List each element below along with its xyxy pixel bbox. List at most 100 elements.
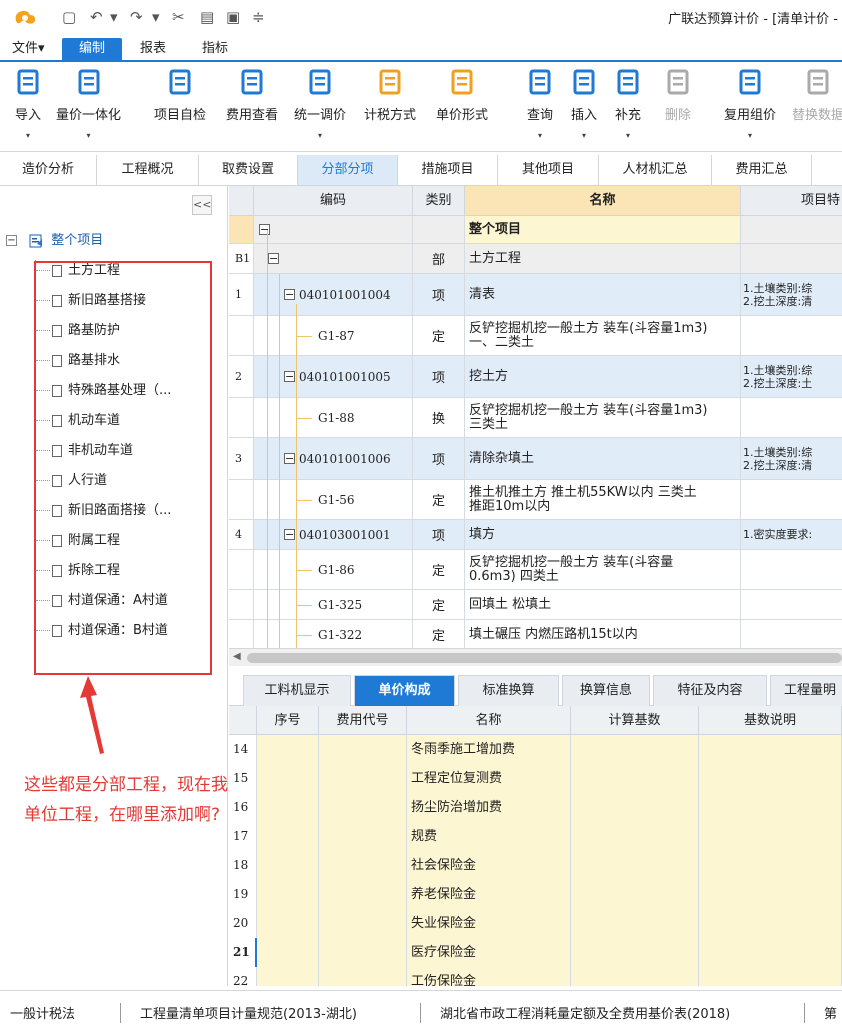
cell-desc[interactable] bbox=[699, 967, 842, 986]
table-row[interactable]: 16 扬尘防治增加费 bbox=[229, 793, 842, 822]
table-row[interactable]: 19 养老保险金 bbox=[229, 880, 842, 909]
detail-tab-0[interactable]: 工料机显示 bbox=[243, 675, 351, 706]
horizontal-scrollbar[interactable]: ◀ bbox=[229, 648, 842, 666]
chevron-down-icon[interactable]: ▾ bbox=[724, 131, 776, 140]
chevron-down-icon[interactable]: ▾ bbox=[294, 131, 346, 140]
grid-header-feature[interactable]: 项目特 bbox=[741, 186, 842, 216]
cell-seq[interactable] bbox=[257, 822, 319, 851]
cell-seq[interactable] bbox=[257, 793, 319, 822]
chevron-down-icon[interactable]: ▾ bbox=[14, 131, 42, 140]
row-code[interactable]: −040101001005 bbox=[254, 356, 413, 397]
chevron-down-icon[interactable]: ▾ bbox=[614, 131, 642, 140]
scroll-thumb[interactable] bbox=[247, 653, 842, 663]
row-code[interactable]: G1-56 bbox=[254, 480, 413, 519]
table-row[interactable]: 15 工程定位复测费 bbox=[229, 764, 842, 793]
row-name[interactable]: 填土碾压 内燃压路机15t以内 bbox=[465, 620, 741, 648]
lower-header-name[interactable]: 名称 bbox=[407, 706, 571, 735]
status-item-1[interactable]: 工程量清单项目计量规范(2013-湖北) bbox=[140, 1003, 357, 1022]
table-row[interactable]: 20 失业保险金 bbox=[229, 909, 842, 938]
cell-fee-code[interactable] bbox=[319, 764, 407, 793]
table-row[interactable]: 17 规费 bbox=[229, 822, 842, 851]
row-code[interactable]: −040103001001 bbox=[254, 520, 413, 549]
cell-name[interactable]: 冬雨季施工增加费 bbox=[407, 735, 571, 764]
cell-fee-code[interactable] bbox=[319, 851, 407, 880]
row-feature[interactable] bbox=[741, 316, 842, 355]
table-row[interactable]: B1 − 部土方工程 bbox=[229, 244, 842, 274]
cell-fee-code[interactable] bbox=[319, 735, 407, 764]
table-row[interactable]: G1-88 换反铲挖掘机挖一般土方 装车(斗容量1m3) 三类土 bbox=[229, 398, 842, 438]
cell-desc[interactable] bbox=[699, 822, 842, 851]
chevron-down-icon[interactable]: ▾ bbox=[570, 131, 598, 140]
table-row[interactable]: 3−040101001006 项清除杂填土 1.土壤类别:综 2.挖土深度:清 bbox=[229, 438, 842, 480]
row-name[interactable]: 挖土方 bbox=[465, 356, 741, 397]
cell-name[interactable]: 扬尘防治增加费 bbox=[407, 793, 571, 822]
cell-base[interactable] bbox=[571, 793, 699, 822]
detail-tab-1[interactable]: 单价构成 bbox=[354, 675, 455, 706]
lower-header-desc[interactable]: 基数说明 bbox=[699, 706, 842, 735]
save-icon[interactable]: ▢ bbox=[62, 8, 76, 26]
row-feature[interactable]: 1.密实度要求: bbox=[741, 520, 842, 549]
cell-base[interactable] bbox=[571, 822, 699, 851]
undo-dropdown-icon[interactable]: ▾ bbox=[110, 8, 118, 26]
tree-root[interactable]: − 整个项目 bbox=[6, 230, 103, 252]
copy-icon[interactable]: ▤ bbox=[200, 8, 214, 26]
table-row[interactable]: 2−040101001005 项挖土方 1.土壤类别:综 2.挖土深度:土 bbox=[229, 356, 842, 398]
cell-fee-code[interactable] bbox=[319, 793, 407, 822]
cell-base[interactable] bbox=[571, 909, 699, 938]
row-feature[interactable]: 1.土壤类别:综 2.挖土深度:清 bbox=[741, 274, 842, 315]
cell-desc[interactable] bbox=[699, 938, 842, 967]
cell-seq[interactable] bbox=[257, 880, 319, 909]
ribbon-button-1[interactable]: 量价一体化 ▾ bbox=[56, 68, 121, 140]
cut-icon[interactable]: ✂ bbox=[172, 8, 185, 26]
cell-base[interactable] bbox=[571, 735, 699, 764]
grid-header-type[interactable]: 类别 bbox=[413, 186, 465, 216]
ribbon-button-6[interactable]: 单价形式 bbox=[436, 68, 488, 123]
ribbon-button-8[interactable]: 插入 ▾ bbox=[570, 68, 598, 140]
row-feature[interactable]: 1.土壤类别:综 2.挖土深度:土 bbox=[741, 356, 842, 397]
cell-seq[interactable] bbox=[257, 764, 319, 793]
cell-base[interactable] bbox=[571, 764, 699, 793]
ribbon-button-7[interactable]: 查询 ▾ bbox=[526, 68, 554, 140]
row-name[interactable]: 整个项目 bbox=[465, 216, 741, 243]
status-item-2[interactable]: 湖北省市政工程消耗量定额及全费用基价表(2018) bbox=[440, 1003, 730, 1022]
table-row[interactable]: G1-322 定填土碾压 内燃压路机15t以内 bbox=[229, 620, 842, 648]
status-item-0[interactable]: 一般计税法 bbox=[10, 1003, 75, 1022]
table-row[interactable]: 4−040103001001 项填方 1.密实度要求: bbox=[229, 520, 842, 550]
cell-name[interactable]: 养老保险金 bbox=[407, 880, 571, 909]
row-name[interactable]: 回填土 松填土 bbox=[465, 590, 741, 619]
row-code[interactable]: − bbox=[254, 244, 413, 273]
collapse-icon[interactable]: − bbox=[259, 224, 270, 235]
chevron-down-icon[interactable]: ▾ bbox=[56, 131, 121, 140]
row-code[interactable]: G1-322 bbox=[254, 620, 413, 648]
tab-0[interactable]: 造价分析 bbox=[0, 155, 97, 185]
row-name[interactable]: 推土机推土方 推土机55KW以内 三类土 推距10m以内 bbox=[465, 480, 741, 519]
cell-name[interactable]: 工程定位复测费 bbox=[407, 764, 571, 793]
cell-desc[interactable] bbox=[699, 880, 842, 909]
cell-fee-code[interactable] bbox=[319, 880, 407, 909]
table-row[interactable]: 21 医疗保险金 bbox=[229, 938, 842, 967]
ribbon-button-11[interactable]: 复用组价 ▾ bbox=[724, 68, 776, 140]
detail-tab-2[interactable]: 标准换算 bbox=[458, 675, 559, 706]
row-feature[interactable] bbox=[741, 550, 842, 589]
paste-icon[interactable]: ▣ bbox=[226, 8, 240, 26]
ribbon-button-0[interactable]: 导入 ▾ bbox=[14, 68, 42, 140]
cell-base[interactable] bbox=[571, 967, 699, 986]
cell-fee-code[interactable] bbox=[319, 938, 407, 967]
detail-tab-4[interactable]: 特征及内容 bbox=[653, 675, 767, 706]
collapse-icon[interactable]: − bbox=[6, 235, 17, 246]
row-name[interactable]: 清除杂填土 bbox=[465, 438, 741, 479]
tab-3[interactable]: 分部分项 bbox=[298, 155, 398, 185]
collapse-icon[interactable]: − bbox=[284, 529, 295, 540]
row-feature[interactable] bbox=[741, 480, 842, 519]
row-feature[interactable]: 1.土壤类别:综 2.挖土深度:清 bbox=[741, 438, 842, 479]
table-row[interactable]: 14 冬雨季施工增加费 bbox=[229, 735, 842, 764]
grid-header-name[interactable]: 名称 bbox=[465, 186, 741, 216]
table-row[interactable]: 1−040101001004 项清表 1.土壤类别:综 2.挖土深度:清 bbox=[229, 274, 842, 316]
table-row[interactable]: G1-325 定回填土 松填土 bbox=[229, 590, 842, 620]
row-code[interactable]: −040101001004 bbox=[254, 274, 413, 315]
row-feature[interactable] bbox=[741, 620, 842, 648]
ribbon-button-5[interactable]: 计税方式 bbox=[364, 68, 416, 123]
row-code[interactable]: G1-87 bbox=[254, 316, 413, 355]
cell-desc[interactable] bbox=[699, 764, 842, 793]
table-row[interactable]: G1-86 定反铲挖掘机挖一般土方 装车(斗容量 0.6m3) 四类土 bbox=[229, 550, 842, 590]
